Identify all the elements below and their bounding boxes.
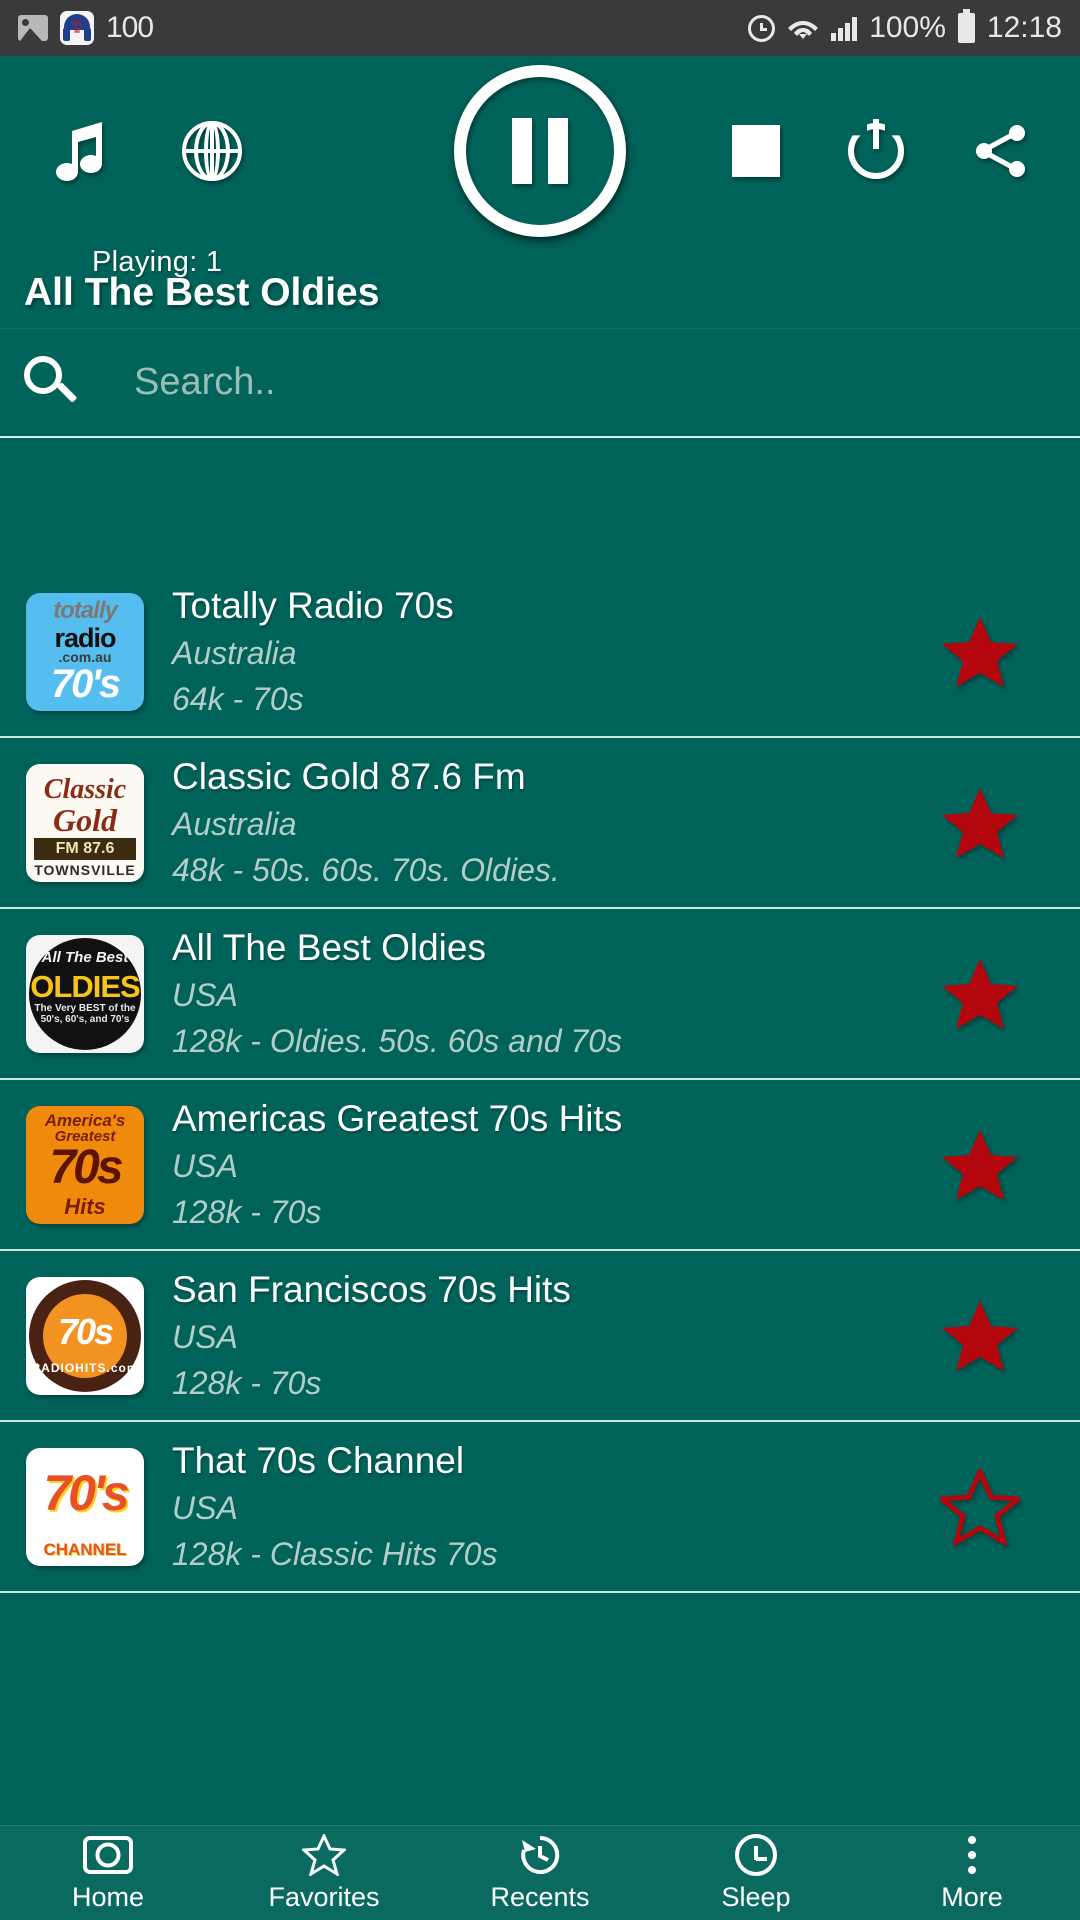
nav-item-sleep[interactable]: Sleep [648,1834,864,1913]
nav-label: Favorites [268,1882,379,1913]
favorite-star-filled[interactable] [940,785,1020,861]
stop-icon[interactable] [732,125,780,177]
clock-icon [735,1834,777,1876]
station-logo: Classic Gold FM 87.6 TOWNSVILLE [26,764,144,882]
history-icon [518,1834,562,1876]
station-logo: All The Best OLDIES The Very BEST of the… [26,935,144,1053]
overflow-menu-icon [966,1834,978,1876]
favorite-star-filled[interactable] [940,614,1020,690]
nav-item-home[interactable]: Home [0,1834,216,1913]
station-name: San Franciscos 70s Hits [172,1266,940,1314]
cell-signal-icon [831,15,857,41]
station-meta: 128k - 70s [172,1189,940,1235]
station-name: Americas Greatest 70s Hits [172,1095,940,1143]
nav-label: Sleep [721,1882,790,1913]
nav-item-favorites[interactable]: Favorites [216,1834,432,1913]
station-list[interactable]: totally radio .com.au 70's Totally Radio… [0,567,1080,1825]
station-name: All The Best Oldies [172,924,940,972]
station-country: Australia [172,630,940,676]
table-row[interactable]: 70's CHANNEL That 70s Channel USA 128k -… [0,1422,1080,1593]
station-meta: 48k - 50s. 60s. 70s. Oldies. [172,847,940,893]
table-row[interactable]: All The Best OLDIES The Very BEST of the… [0,909,1080,1080]
station-logo: 70's CHANNEL [26,1448,144,1566]
battery-icon [958,13,975,43]
power-icon[interactable] [848,123,904,179]
station-country: Australia [172,801,940,847]
station-meta: 64k - 70s [172,676,940,722]
table-row[interactable]: Classic Gold FM 87.6 TOWNSVILLE Classic … [0,738,1080,909]
share-icon[interactable] [972,122,1030,180]
globe-icon[interactable] [182,121,242,181]
now-playing-title: All The Best Oldies [24,271,379,315]
pause-icon [512,118,532,184]
table-row[interactable]: America's Greatest 70s Hits Americas Gre… [0,1080,1080,1251]
station-name: That 70s Channel [172,1437,940,1485]
station-logo: totally radio .com.au 70's [26,593,144,711]
player-header: Playing: 1 All The Best Oldies [0,56,1080,328]
nav-item-recents[interactable]: Recents [432,1834,648,1913]
search-bar[interactable]: Search.. [0,328,1080,438]
station-name: Classic Gold 87.6 Fm [172,753,940,801]
favorite-star-outline[interactable] [940,1469,1020,1545]
notification-count: 100 [106,11,153,45]
table-row[interactable]: 70s RADIOHITS.com San Franciscos 70s Hit… [0,1251,1080,1422]
station-logo: America's Greatest 70s Hits [26,1106,144,1224]
station-logo: 70s RADIOHITS.com [26,1277,144,1395]
photo-icon [18,15,48,41]
battery-percent: 100% [869,11,946,45]
alarm-icon [748,15,775,42]
station-meta: 128k - Classic Hits 70s [172,1531,940,1577]
nonstop-music-app-icon: NSM [60,11,94,45]
status-bar-system: 100% 12:18 [748,11,1062,45]
status-bar-notifications: NSM 100 [18,11,153,45]
station-meta: 128k - Oldies. 50s. 60s and 70s [172,1018,940,1064]
nav-label: More [941,1882,1003,1913]
status-bar-clock: 12:18 [987,11,1062,45]
status-bar: NSM 100 100% 12:18 [0,0,1080,56]
station-country: USA [172,972,940,1018]
favorite-star-filled[interactable] [940,1298,1020,1374]
station-country: USA [172,1143,940,1189]
bottom-navigation[interactable]: Home Favorites Recents Sleep More [0,1825,1080,1920]
station-country: USA [172,1485,940,1531]
pause-button[interactable] [454,65,626,237]
station-name: Totally Radio 70s [172,582,940,630]
favorite-star-filled[interactable] [940,1127,1020,1203]
station-meta: 128k - 70s [172,1360,940,1406]
music-note-icon[interactable] [50,120,108,182]
nav-label: Recents [490,1882,589,1913]
favorite-star-filled[interactable] [940,956,1020,1032]
station-country: USA [172,1314,940,1360]
wifi-icon [787,15,819,41]
nav-label: Home [72,1882,144,1913]
star-outline-icon [302,1834,346,1876]
home-radio-icon [83,1836,133,1874]
search-input[interactable]: Search.. [134,361,276,404]
nav-item-more[interactable]: More [864,1834,1080,1913]
search-icon[interactable] [24,356,78,410]
table-row[interactable]: totally radio .com.au 70's Totally Radio… [0,567,1080,738]
